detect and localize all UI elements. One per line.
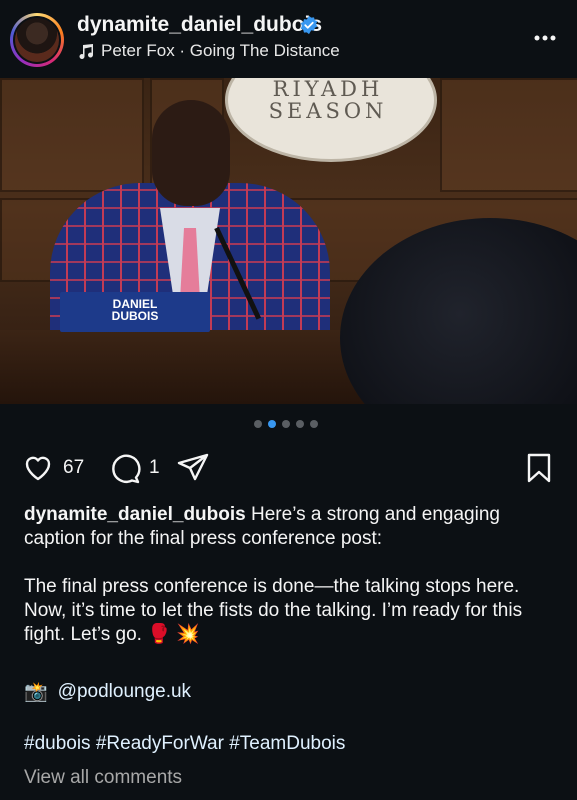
avatar-image xyxy=(15,18,59,62)
username[interactable]: dynamite_daniel_dubois xyxy=(77,13,322,37)
hashtags[interactable]: #dubois #ReadyForWar #TeamDubois xyxy=(24,733,345,755)
caption-emoji: 🥊 💥 xyxy=(147,624,200,645)
carousel-dot xyxy=(296,420,304,428)
nameplate-text: DANIEL DUBOIS xyxy=(111,297,159,323)
photo-credit: 📸 @podlounge.uk xyxy=(24,680,191,704)
view-all-comments-link[interactable]: View all comments xyxy=(24,767,182,789)
avatar[interactable] xyxy=(10,13,64,67)
verified-badge-icon xyxy=(300,15,318,35)
comment-icon[interactable] xyxy=(108,452,142,486)
music-label: Peter Fox · Going The Distance xyxy=(101,41,340,60)
more-horizontal-icon[interactable] xyxy=(531,24,559,52)
sign-text: RIYADH SEASON xyxy=(268,78,388,123)
carousel-indicator xyxy=(254,420,318,428)
share-icon[interactable] xyxy=(176,452,210,486)
credit-handle-link[interactable]: @podlounge.uk xyxy=(58,681,191,703)
post-caption: dynamite_daniel_dubois Here’s a strong a… xyxy=(24,503,559,647)
action-bar: 67 1 xyxy=(0,446,577,486)
music-attribution[interactable]: Peter Fox · Going The Distance xyxy=(78,41,340,61)
music-note-icon xyxy=(79,44,93,59)
heart-icon[interactable] xyxy=(22,452,54,484)
carousel-dot xyxy=(254,420,262,428)
caption-author[interactable]: dynamite_daniel_dubois xyxy=(24,504,246,525)
camera-icon: 📸 xyxy=(24,682,48,703)
like-count[interactable]: 67 xyxy=(63,457,84,479)
carousel-dot-active xyxy=(268,420,276,428)
speaker-head xyxy=(152,100,230,206)
carousel-dot xyxy=(282,420,290,428)
comment-count[interactable]: 1 xyxy=(149,457,160,479)
carousel-dot xyxy=(310,420,318,428)
post-header: dynamite_daniel_dubois Peter Fox · Going… xyxy=(0,0,577,78)
bookmark-icon[interactable] xyxy=(524,452,554,484)
post-image[interactable]: RIYADH SEASON DANIEL DUBOIS xyxy=(0,78,577,404)
caption-body: The final press conference is done—the t… xyxy=(24,576,523,645)
